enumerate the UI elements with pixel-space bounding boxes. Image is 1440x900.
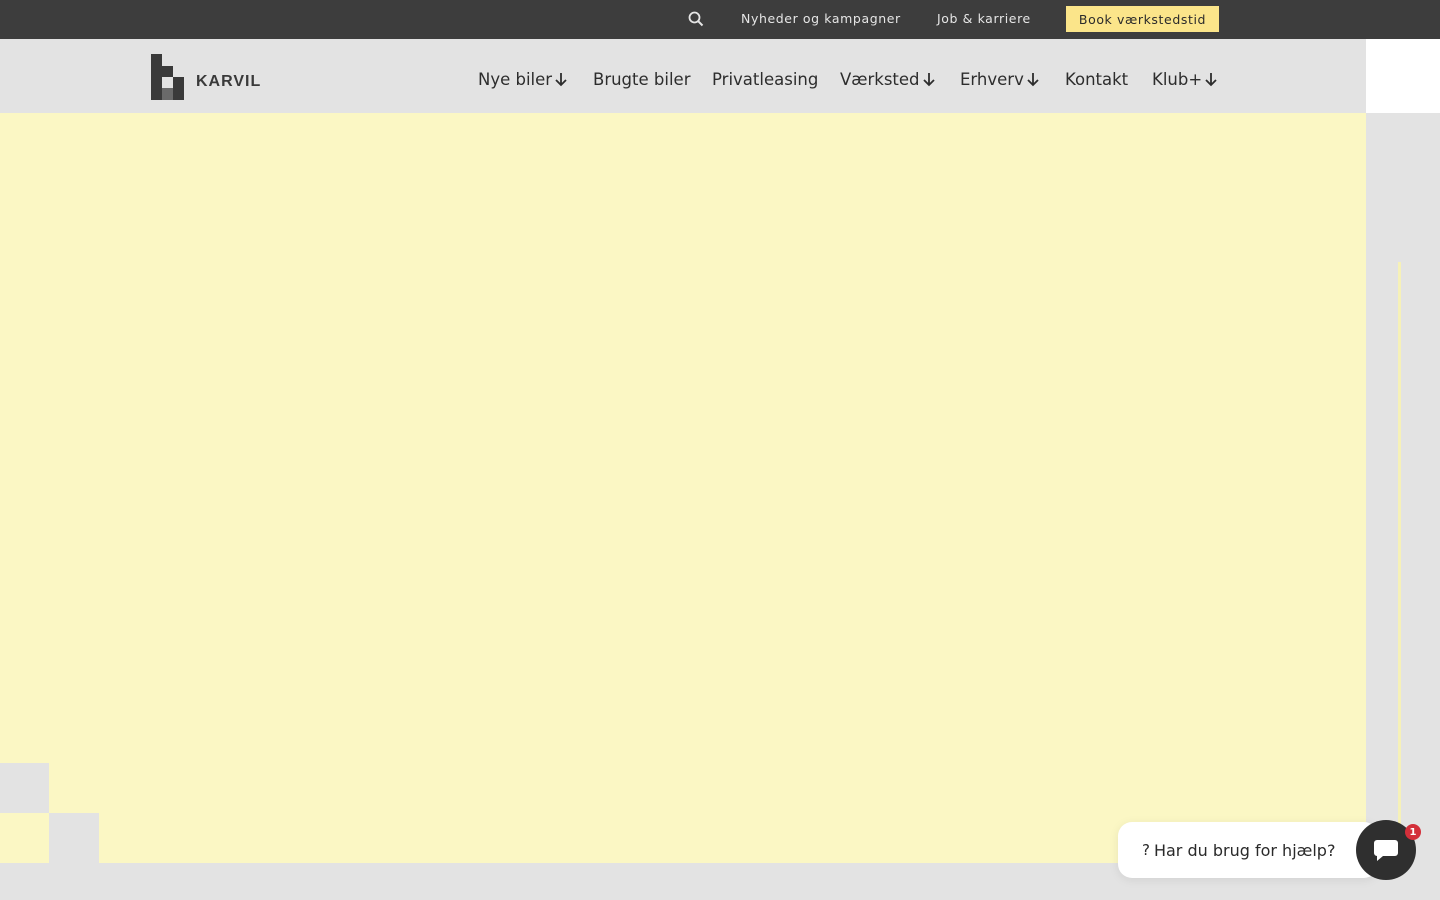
search-button[interactable] [686, 9, 706, 29]
nav-item-privatleasing[interactable]: Privatleasing [712, 68, 818, 90]
scroll-track [1398, 262, 1401, 862]
link-news-campaigns[interactable]: Nyheder og kampagner [741, 11, 901, 26]
arrow-down-icon [554, 71, 568, 87]
nav-item-vaerksted[interactable]: Værksted [840, 68, 936, 90]
nav-item-label: Privatleasing [712, 69, 819, 89]
search-icon [688, 11, 704, 27]
arrow-down-icon [922, 71, 936, 87]
decorative-block [0, 763, 49, 813]
nav-item-klub-plus[interactable]: Klub+ [1152, 68, 1218, 90]
nav-item-label: Brugte biler [593, 69, 691, 89]
chat-bubble-icon [1374, 840, 1398, 861]
hero-section [0, 113, 1366, 863]
notification-badge: 1 [1405, 824, 1421, 840]
link-jobs-careers[interactable]: Job & karriere [937, 11, 1031, 26]
header-right-panel [1366, 39, 1440, 113]
nav-item-label: Klub+ [1152, 69, 1203, 89]
nav-item-label: Værksted [840, 69, 920, 89]
nav-item-label: Kontakt [1065, 69, 1129, 89]
nav-item-label: Nye biler [478, 69, 553, 89]
brand-name: KARVIL [196, 73, 262, 90]
nav-item-erhverv[interactable]: Erhverv [960, 68, 1040, 90]
nav-item-label: Erhverv [960, 69, 1024, 89]
nav-item-nye-biler[interactable]: Nye biler [478, 68, 568, 90]
book-workshop-button[interactable]: Book værkstedstid [1066, 6, 1219, 32]
brand-logo[interactable]: KARVIL [150, 54, 260, 100]
decorative-block [49, 813, 99, 863]
chat-help-label: Har du brug for hjælp? [1153, 840, 1336, 860]
chat-help-prompt[interactable]: ? Har du brug for hjælp? [1118, 822, 1378, 878]
karvil-logo-icon [151, 54, 184, 100]
nav-item-brugte-biler[interactable]: Brugte biler [593, 68, 690, 90]
top-utility-bar: Nyheder og kampagner Job & karriere Book… [0, 0, 1440, 39]
arrow-down-icon [1026, 71, 1040, 87]
question-icon: ? [1142, 841, 1150, 859]
arrow-down-icon [1204, 71, 1218, 87]
nav-item-kontakt[interactable]: Kontakt [1065, 68, 1128, 90]
main-header: KARVIL Nye biler Brugte biler Privatleas… [0, 39, 1366, 113]
